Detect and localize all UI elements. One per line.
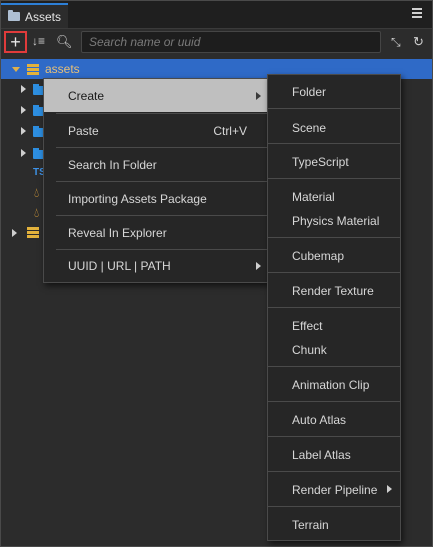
submenu-item-label-atlas[interactable]: Label Atlas xyxy=(292,448,351,462)
submenu-item-folder[interactable]: Folder xyxy=(292,85,326,99)
material-icon: 💧︎ xyxy=(34,185,40,200)
menu-item-create[interactable]: Create xyxy=(44,79,268,112)
menu-divider xyxy=(268,471,400,472)
create-submenu: Folder Scene TypeScript Material Physics… xyxy=(267,74,401,541)
tab-assets[interactable]: Assets xyxy=(1,3,68,28)
submenu-item-render-texture[interactable]: Render Texture xyxy=(292,284,374,298)
expand-arrow-icon[interactable] xyxy=(12,67,20,72)
menu-item-label: Search In Folder xyxy=(68,157,157,172)
submenu-item-physics-material[interactable]: Physics Material xyxy=(292,214,379,228)
panel-tab-bar: Assets xyxy=(1,1,432,29)
refresh-icon[interactable]: ↻ xyxy=(413,34,424,50)
expand-arrow-icon[interactable] xyxy=(21,106,26,114)
submenu-item-animation-clip[interactable]: Animation Clip xyxy=(292,378,369,392)
database-icon xyxy=(27,64,39,75)
menu-divider xyxy=(268,237,400,238)
expand-arrow-icon[interactable] xyxy=(21,127,26,135)
menu-item-reveal-in-explorer[interactable]: Reveal In Explorer xyxy=(44,216,268,249)
submenu-item-scene[interactable]: Scene xyxy=(292,121,326,135)
collapse-all-icon[interactable]: ⤡ xyxy=(391,35,401,50)
menu-divider xyxy=(268,436,400,437)
submenu-item-terrain[interactable]: Terrain xyxy=(292,518,329,532)
menu-item-label: Paste xyxy=(68,123,99,138)
menu-divider xyxy=(268,506,400,507)
expand-arrow-icon[interactable] xyxy=(12,229,17,237)
menu-item-paste[interactable]: Paste Ctrl+V xyxy=(44,114,268,147)
menu-divider xyxy=(268,272,400,273)
tree-root-label: assets xyxy=(45,62,80,76)
submenu-arrow-icon xyxy=(256,261,261,270)
folder-icon xyxy=(8,10,20,21)
submenu-item-effect[interactable]: Effect xyxy=(292,319,322,333)
search-filter-icon[interactable]: 🔍︎ xyxy=(56,34,76,50)
menu-divider xyxy=(268,178,400,179)
tab-label: Assets xyxy=(25,9,62,24)
panel-menu-icon[interactable] xyxy=(412,8,422,20)
search-field[interactable] xyxy=(81,31,381,53)
sort-icon[interactable]: ↓≡ xyxy=(32,34,50,50)
submenu-arrow-icon xyxy=(256,91,261,100)
submenu-arrow-icon xyxy=(387,485,392,493)
search-input[interactable] xyxy=(82,32,380,52)
submenu-item-render-pipeline[interactable]: Render Pipeline xyxy=(292,483,377,497)
menu-item-search-in-folder[interactable]: Search In Folder xyxy=(44,148,268,181)
submenu-item-chunk[interactable]: Chunk xyxy=(292,343,327,357)
menu-divider xyxy=(268,366,400,367)
submenu-item-cubemap[interactable]: Cubemap xyxy=(292,249,344,263)
submenu-item-material[interactable]: Material xyxy=(292,190,335,204)
menu-item-label: Reveal In Explorer xyxy=(68,225,167,240)
menu-item-uuid-url-path[interactable]: UUID | URL | PATH xyxy=(44,249,268,282)
menu-divider xyxy=(268,108,400,109)
menu-divider xyxy=(268,143,400,144)
menu-divider xyxy=(268,307,400,308)
database-icon xyxy=(27,227,39,238)
menu-item-shortcut: Ctrl+V xyxy=(213,123,247,138)
add-asset-button[interactable]: + xyxy=(4,31,27,53)
menu-item-label: UUID | URL | PATH xyxy=(68,258,171,273)
menu-item-label: Create xyxy=(68,88,105,103)
submenu-item-typescript[interactable]: TypeScript xyxy=(292,155,349,169)
submenu-item-auto-atlas[interactable]: Auto Atlas xyxy=(292,413,346,427)
menu-item-import-package[interactable]: Importing Assets Package xyxy=(44,182,268,215)
material-icon: 💧︎ xyxy=(34,205,40,220)
expand-arrow-icon[interactable] xyxy=(21,85,26,93)
expand-arrow-icon[interactable] xyxy=(21,149,26,157)
context-menu: Create Paste Ctrl+V Search In Folder Imp… xyxy=(43,78,269,283)
menu-item-label: Importing Assets Package xyxy=(68,191,207,206)
menu-divider xyxy=(268,401,400,402)
assets-toolbar: + ↓≡ 🔍︎ ⤡ ↻ xyxy=(1,29,432,57)
